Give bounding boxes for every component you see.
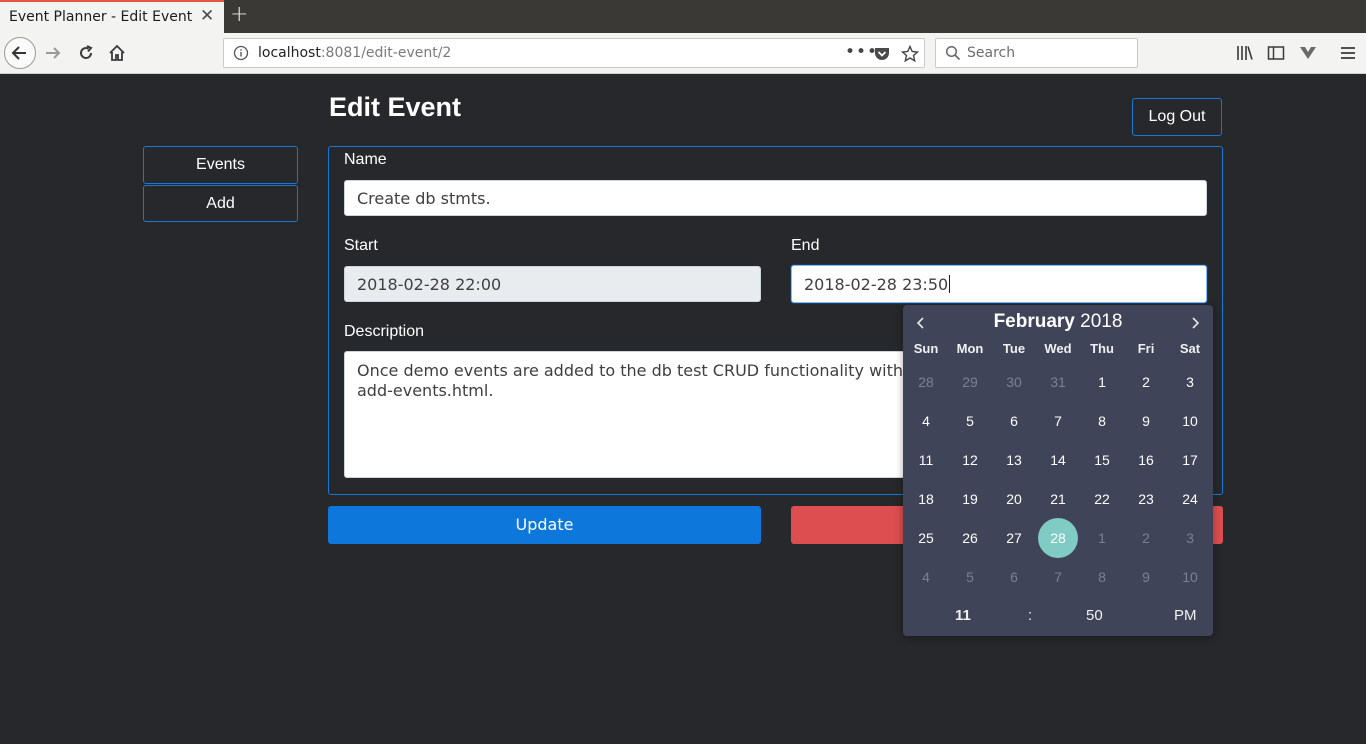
back-arrow-icon bbox=[11, 46, 26, 60]
minute-field[interactable]: 50 bbox=[1086, 607, 1103, 624]
reload-icon[interactable] bbox=[76, 43, 96, 63]
start-value: 2018-02-28 22:00 bbox=[357, 274, 502, 294]
calendar-day[interactable]: 5 bbox=[950, 401, 990, 441]
calendar-day[interactable]: 26 bbox=[950, 518, 990, 558]
update-button[interactable]: Update bbox=[328, 506, 761, 544]
weekday-label: Thu bbox=[1090, 341, 1114, 356]
text-caret bbox=[949, 275, 951, 293]
next-month-icon[interactable] bbox=[1187, 315, 1203, 331]
calendar-day[interactable]: 25 bbox=[906, 518, 946, 558]
info-icon[interactable] bbox=[233, 45, 249, 61]
url-text: localhost:8081/edit-event/2 bbox=[258, 45, 451, 61]
page-title: Edit Event bbox=[329, 92, 462, 122]
calendar-day[interactable]: 28 bbox=[1038, 518, 1078, 558]
calendar-day[interactable]: 23 bbox=[1126, 479, 1166, 519]
search-input[interactable]: Search bbox=[967, 45, 1015, 61]
calendar-day[interactable]: 18 bbox=[906, 479, 946, 519]
calendar-day[interactable]: 29 bbox=[950, 362, 990, 402]
tab-title: Event Planner - Edit Event bbox=[9, 9, 193, 25]
end-label: End bbox=[791, 237, 820, 254]
calendar-day[interactable]: 28 bbox=[906, 362, 946, 402]
url-bar[interactable]: localhost:8081/edit-event/2 ••• bbox=[223, 38, 925, 68]
end-value: 2018-02-28 23:50 bbox=[804, 274, 949, 294]
time-separator: : bbox=[1028, 607, 1033, 624]
calendar-day[interactable]: 11 bbox=[906, 440, 946, 480]
tab-bar: Event Planner - Edit Event ✕ + bbox=[0, 0, 1366, 33]
hour-field[interactable]: 11 bbox=[955, 607, 971, 624]
calendar-day[interactable]: 9 bbox=[1126, 401, 1166, 441]
sidebar-item-events[interactable]: Events bbox=[143, 146, 298, 184]
calendar-day[interactable]: 12 bbox=[950, 440, 990, 480]
close-tab-icon[interactable]: ✕ bbox=[200, 6, 214, 26]
calendar-day[interactable]: 4 bbox=[906, 401, 946, 441]
year-label[interactable]: 2018 bbox=[1080, 311, 1122, 332]
search-icon bbox=[945, 45, 961, 61]
calendar-day[interactable]: 10 bbox=[1170, 557, 1210, 597]
description-label: Description bbox=[344, 323, 425, 340]
sidebar-icon[interactable] bbox=[1266, 43, 1286, 63]
library-icon[interactable] bbox=[1235, 43, 1255, 63]
month-label[interactable]: February bbox=[994, 311, 1075, 332]
home-icon[interactable] bbox=[107, 43, 127, 63]
calendar-day[interactable]: 21 bbox=[1038, 479, 1078, 519]
browser-toolbar: localhost:8081/edit-event/2 ••• Search bbox=[0, 33, 1366, 74]
datetime-picker: February 2018 Sun Mon Tue Wed Thu Fri Sat 28 29… bbox=[903, 305, 1213, 636]
logout-button[interactable]: Log Out bbox=[1132, 98, 1222, 136]
back-button[interactable] bbox=[4, 37, 36, 69]
end-input[interactable]: 2018-02-28 23:50 bbox=[791, 265, 1207, 303]
calendar-day[interactable]: 14 bbox=[1038, 440, 1078, 480]
calendar-day[interactable]: 16 bbox=[1126, 440, 1166, 480]
calendar-day[interactable]: 4 bbox=[906, 557, 946, 597]
menu-icon[interactable] bbox=[1338, 43, 1358, 63]
sidebar-item-add[interactable]: Add bbox=[143, 185, 298, 222]
month-year-header: February 2018 bbox=[903, 311, 1213, 333]
calendar-day[interactable]: 10 bbox=[1170, 401, 1210, 441]
weekday-label: Fri bbox=[1137, 341, 1155, 356]
calendar-day[interactable]: 6 bbox=[994, 401, 1034, 441]
calendar-day[interactable]: 2 bbox=[1126, 362, 1166, 402]
ampm-toggle[interactable]: PM bbox=[1174, 607, 1197, 624]
calendar-day[interactable]: 8 bbox=[1082, 401, 1122, 441]
name-input[interactable]: Create db stmts. bbox=[344, 180, 1207, 216]
calendar-day[interactable]: 3 bbox=[1170, 362, 1210, 402]
calendar-day[interactable]: 2 bbox=[1126, 518, 1166, 558]
name-value: Create db stmts. bbox=[357, 188, 491, 208]
extension-icon[interactable] bbox=[1298, 43, 1318, 63]
calendar-day[interactable]: 30 bbox=[994, 362, 1034, 402]
calendar-day[interactable]: 3 bbox=[1170, 518, 1210, 558]
name-label: Name bbox=[344, 151, 387, 168]
calendar-day[interactable]: 22 bbox=[1082, 479, 1122, 519]
calendar-day[interactable]: 15 bbox=[1082, 440, 1122, 480]
weekday-label: Mon bbox=[956, 341, 984, 356]
calendar-day[interactable]: 8 bbox=[1082, 557, 1122, 597]
pocket-icon[interactable] bbox=[873, 45, 891, 63]
calendar-day[interactable]: 17 bbox=[1170, 440, 1210, 480]
calendar-day[interactable]: 20 bbox=[994, 479, 1034, 519]
calendar-day[interactable]: 19 bbox=[950, 479, 990, 519]
calendar-day[interactable]: 5 bbox=[950, 557, 990, 597]
start-input[interactable]: 2018-02-28 22:00 bbox=[344, 266, 761, 302]
calendar-day[interactable]: 24 bbox=[1170, 479, 1210, 519]
calendar-day[interactable]: 1 bbox=[1082, 362, 1122, 402]
forward-arrow-icon[interactable] bbox=[42, 42, 64, 64]
calendar-day[interactable]: 7 bbox=[1038, 401, 1078, 441]
weekday-label: Wed bbox=[1044, 341, 1072, 356]
calendar-day[interactable]: 13 bbox=[994, 440, 1034, 480]
calendar-day[interactable]: 1 bbox=[1082, 518, 1122, 558]
start-label: Start bbox=[344, 237, 378, 254]
url-path: :8081/edit-event/2 bbox=[320, 45, 452, 61]
calendar-day[interactable]: 27 bbox=[994, 518, 1034, 558]
weekday-label: Tue bbox=[1002, 341, 1026, 356]
weekday-label: Sat bbox=[1179, 341, 1201, 356]
new-tab-icon[interactable]: + bbox=[230, 2, 248, 27]
bookmark-star-icon[interactable] bbox=[901, 45, 919, 63]
search-bar[interactable]: Search bbox=[935, 38, 1138, 68]
calendar-day[interactable]: 7 bbox=[1038, 557, 1078, 597]
calendar-day[interactable]: 31 bbox=[1038, 362, 1078, 402]
calendar-day[interactable]: 9 bbox=[1126, 557, 1166, 597]
weekday-label: Sun bbox=[913, 341, 939, 356]
calendar-day[interactable]: 6 bbox=[994, 557, 1034, 597]
url-host: localhost bbox=[258, 45, 321, 61]
active-tab[interactable]: Event Planner - Edit Event ✕ bbox=[0, 0, 224, 33]
